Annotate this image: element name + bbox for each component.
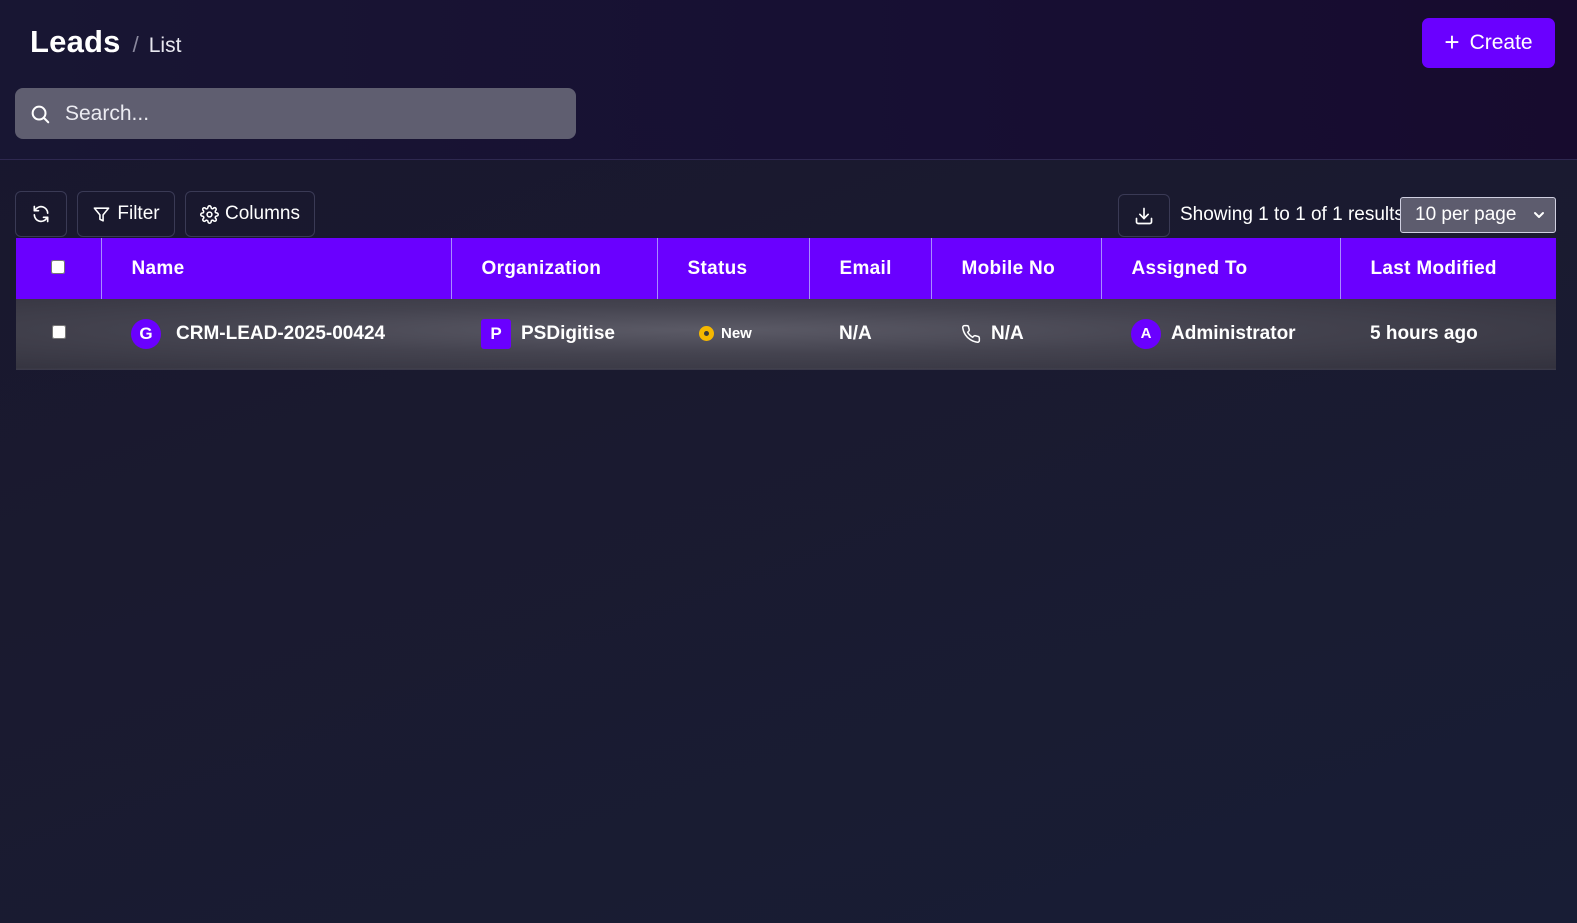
column-header-status[interactable]: Status xyxy=(657,238,810,299)
per-page-value: 10 per page xyxy=(1415,204,1517,225)
lead-name[interactable]: CRM-LEAD-2025-00424 xyxy=(176,323,385,345)
column-header-assigned-to[interactable]: Assigned To xyxy=(1101,238,1341,299)
column-header-organization[interactable]: Organization xyxy=(451,238,658,299)
filter-label: Filter xyxy=(117,203,160,224)
organization-cell[interactable]: P PSDigitise xyxy=(451,299,657,369)
filter-button[interactable]: Filter xyxy=(77,191,175,237)
refresh-icon xyxy=(33,205,49,223)
mobile-value: N/A xyxy=(991,322,1024,344)
mobile-cell: N/A xyxy=(931,299,1101,369)
email-cell: N/A xyxy=(839,322,872,344)
search-icon xyxy=(31,105,50,123)
status-dot-icon xyxy=(699,326,714,342)
chevron-down-icon xyxy=(1534,212,1544,218)
table-row[interactable]: G CRM-LEAD-2025-00424 P PSDigitise New N… xyxy=(16,299,1556,369)
columns-label: Columns xyxy=(225,203,300,224)
select-all-cell xyxy=(16,238,102,299)
assignee-avatar: A xyxy=(1131,318,1161,349)
organization-logo: P xyxy=(481,318,511,349)
last-modified-cell: 5 hours ago xyxy=(1370,322,1478,344)
column-header-email[interactable]: Email xyxy=(809,238,932,299)
row-checkbox[interactable] xyxy=(51,324,66,339)
column-header-mobile[interactable]: Mobile No xyxy=(931,238,1102,299)
leads-table: Name Organization Status Email Mobile No… xyxy=(16,238,1556,370)
gear-icon xyxy=(200,204,219,224)
row-select-cell xyxy=(16,299,101,369)
lead-avatar: G xyxy=(131,318,161,349)
assignee-name: Administrator xyxy=(1171,322,1296,344)
search-box xyxy=(15,88,576,139)
per-page-select[interactable]: 10 per page xyxy=(1400,197,1556,233)
refresh-button[interactable] xyxy=(15,191,67,237)
breadcrumb-list: List xyxy=(148,34,182,57)
name-cell[interactable]: G CRM-LEAD-2025-00424 xyxy=(101,299,451,369)
status-badge: New xyxy=(699,325,809,342)
plus-icon: + xyxy=(1444,26,1460,57)
table-header-row: Name Organization Status Email Mobile No… xyxy=(16,238,1556,299)
assigned-to-cell: A Administrator xyxy=(1101,299,1340,369)
download-button[interactable] xyxy=(1118,194,1170,237)
filter-icon xyxy=(93,206,110,222)
results-count: Showing 1 to 1 of 1 results xyxy=(1180,204,1404,225)
breadcrumb-leads[interactable]: Leads xyxy=(30,24,121,60)
breadcrumb: Leads / List xyxy=(30,24,181,60)
columns-button[interactable]: Columns xyxy=(185,191,315,237)
search-input[interactable] xyxy=(65,101,535,126)
download-icon xyxy=(1135,207,1153,224)
organization-name: PSDigitise xyxy=(521,322,615,344)
breadcrumb-separator: / xyxy=(132,32,139,57)
create-button[interactable]: + Create xyxy=(1422,18,1555,68)
phone-icon xyxy=(962,324,981,343)
column-header-last-modified[interactable]: Last Modified xyxy=(1340,238,1556,299)
status-label: New xyxy=(721,325,752,343)
top-bar: Leads / List + Create xyxy=(0,0,1577,160)
column-header-name[interactable]: Name xyxy=(101,238,452,299)
status-cell: New xyxy=(657,299,809,369)
select-all-checkbox[interactable] xyxy=(51,259,66,274)
create-button-label: Create xyxy=(1469,31,1533,54)
